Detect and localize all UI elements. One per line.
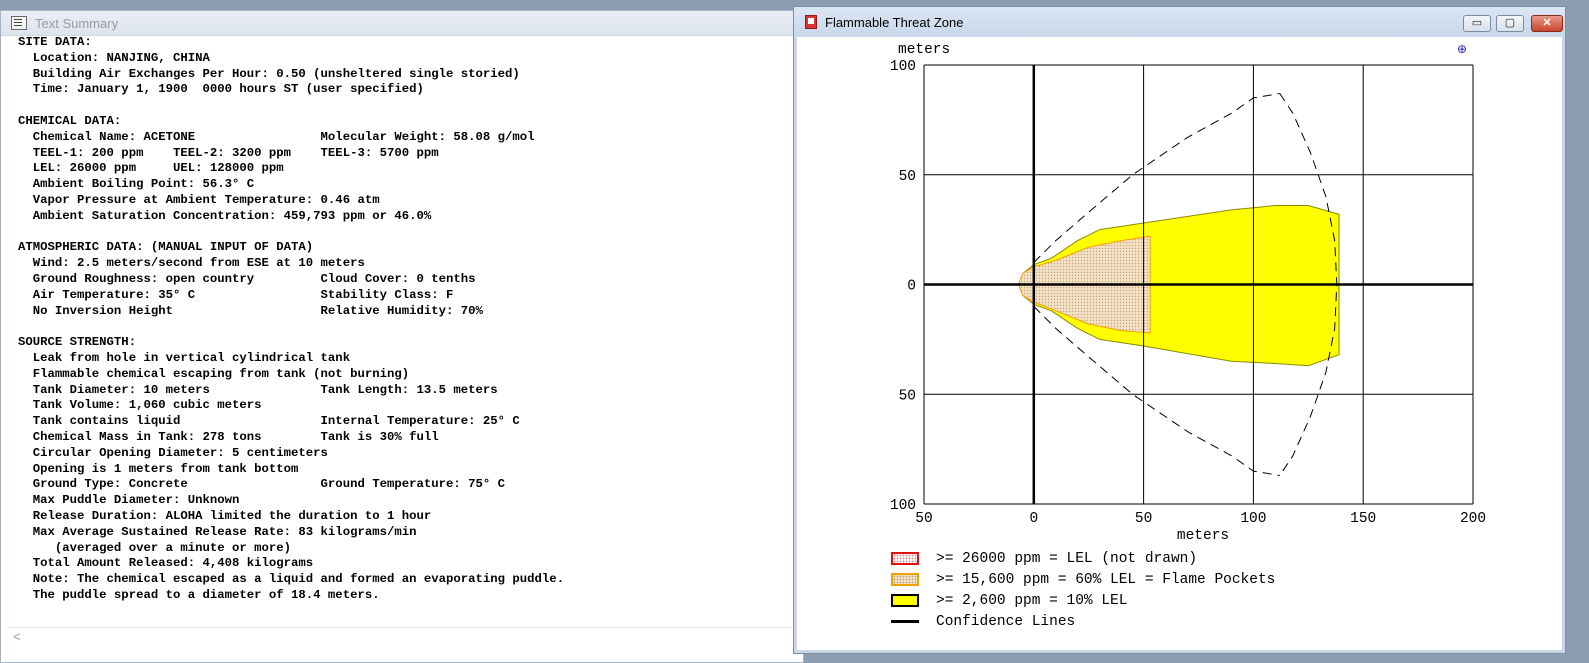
legend-item-lel: >= 26000 ppm = LEL (not drawn) (891, 548, 1275, 569)
x-tick-label: 100 (1240, 511, 1266, 527)
close-icon: ✕ (1542, 17, 1552, 29)
maximize-icon: ▢ (1504, 17, 1516, 29)
legend-swatch-lel (891, 552, 919, 565)
y-tick-label: 0 (907, 279, 916, 295)
x-tick-label: 50 (915, 511, 932, 527)
x-tick-label: 200 (1460, 511, 1486, 527)
y-tick-label: 50 (899, 388, 916, 404)
maximize-button[interactable]: ▢ (1496, 15, 1524, 32)
y-axis-unit-label: meters (898, 42, 950, 58)
plot-legend: >= 26000 ppm = LEL (not drawn) >= 15,600… (891, 548, 1275, 632)
y-tick-label: 100 (890, 498, 916, 514)
threat-zone-window: Flammable Threat Zone ▭ ▢ ✕ meters ⊕ met… (793, 6, 1566, 654)
scroll-left-arrow-icon[interactable]: < (13, 629, 21, 644)
legend-swatch-confidence-lines (891, 620, 919, 623)
threat-zone-plot-area: meters ⊕ meters 100 50 0 50 100 50 0 50 100 150 20… (798, 37, 1561, 649)
minimize-icon: ▭ (1471, 17, 1483, 29)
legend-label-confidence-lines: Confidence Lines (936, 613, 1076, 630)
compass-icon[interactable]: ⊕ (1457, 42, 1467, 56)
threat-zone-titlebar[interactable]: Flammable Threat Zone ▭ ▢ ✕ (794, 7, 1565, 37)
threat-zone-title: Flammable Threat Zone (825, 14, 964, 30)
x-axis-label: meters (1177, 528, 1229, 544)
legend-label-lel: >= 26000 ppm = LEL (not drawn) (936, 550, 1198, 567)
legend-label-ten-percent-lel: >= 2,600 ppm = 10% LEL (936, 592, 1128, 609)
text-summary-titlebar[interactable]: Text Summary (1, 11, 803, 36)
legend-swatch-ten-percent-lel (891, 594, 919, 607)
x-tick-label: 0 (1029, 511, 1038, 527)
x-tick-label: 150 (1350, 511, 1376, 527)
legend-swatch-flame-pockets (891, 573, 919, 586)
legend-item-confidence-lines: Confidence Lines (891, 611, 1275, 632)
close-button[interactable]: ✕ (1531, 15, 1563, 32)
x-tick-label: 50 (1135, 511, 1152, 527)
legend-item-ten-percent-lel: >= 2,600 ppm = 10% LEL (891, 590, 1275, 611)
threat-zone-app-icon (805, 15, 817, 29)
text-document-icon (11, 16, 27, 30)
y-tick-label: 50 (899, 169, 916, 185)
minimize-button[interactable]: ▭ (1463, 15, 1491, 32)
text-summary-title: Text Summary (35, 15, 119, 31)
text-summary-window: Text Summary SITE DATA: Location: NANJIN… (0, 10, 804, 663)
horizontal-scrollbar[interactable]: < (9, 627, 791, 644)
text-summary-report: SITE DATA: Location: NANJING, CHINA Buil… (18, 35, 565, 602)
legend-label-flame-pockets: >= 15,600 ppm = 60% LEL = Flame Pockets (936, 571, 1276, 588)
legend-item-flame-pockets: >= 15,600 ppm = 60% LEL = Flame Pockets (891, 569, 1275, 590)
y-tick-label: 100 (890, 59, 916, 75)
